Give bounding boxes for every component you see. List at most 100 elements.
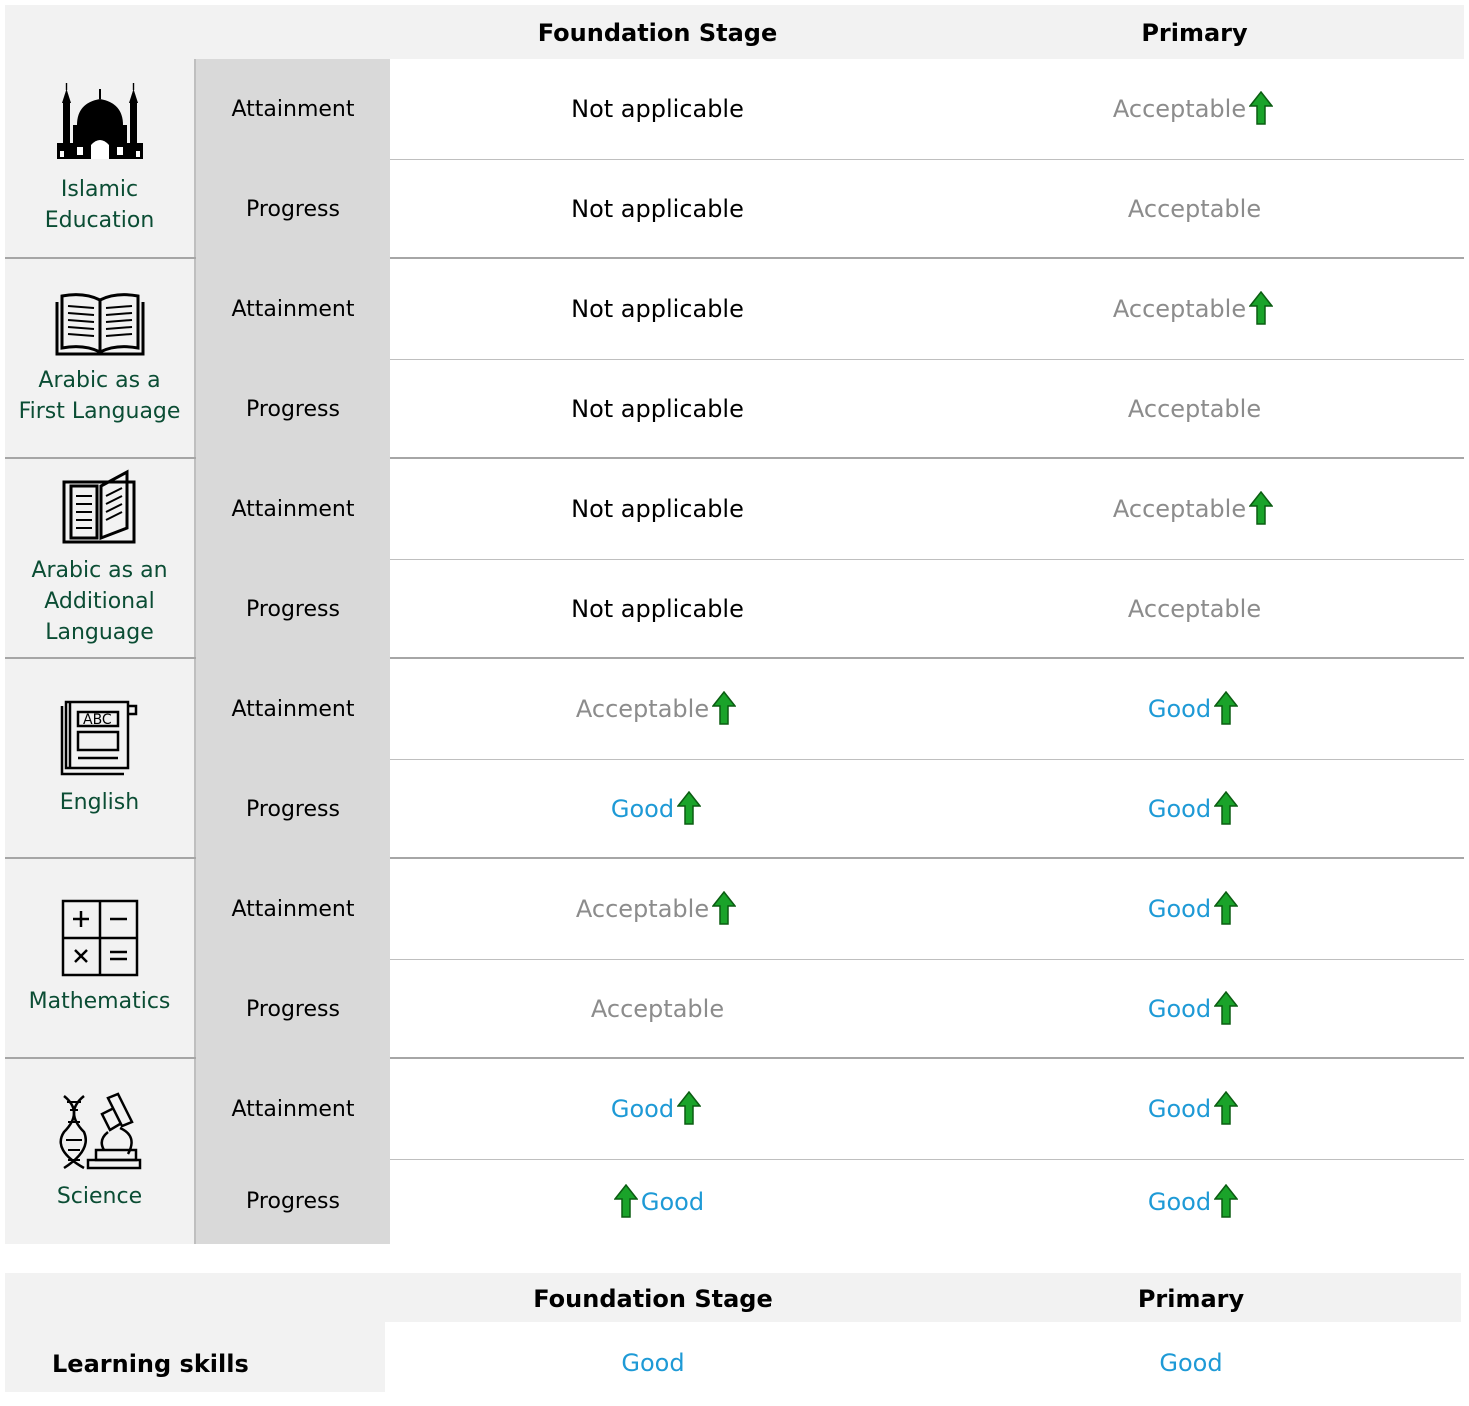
subject-cell: ABC English xyxy=(5,659,196,857)
up-arrow-icon xyxy=(1249,291,1274,325)
primary-rating: Good xyxy=(925,759,1464,859)
measure-label: Attainment xyxy=(196,1059,390,1159)
foundation-stage-rating: Not applicable xyxy=(390,59,925,159)
learning-skills-fs-value: Good xyxy=(621,1349,685,1377)
learning-skills-header: Foundation Stage Primary xyxy=(5,1273,1461,1322)
subject-name: English xyxy=(59,790,140,815)
rating-text: Good xyxy=(1147,995,1212,1023)
row-divider xyxy=(390,959,1464,960)
measure-label: Attainment xyxy=(196,859,390,959)
subject-cell: Arabic as a First Language xyxy=(5,259,196,457)
rating-text: Not applicable xyxy=(571,95,744,123)
up-arrow-icon xyxy=(712,891,737,925)
up-arrow-icon xyxy=(1214,1183,1239,1218)
primary-rating: Good xyxy=(925,1059,1464,1159)
up-arrow-icon xyxy=(1249,491,1274,525)
foundation-stage-rating: Not applicable xyxy=(390,259,925,359)
subject-name: Science xyxy=(56,1183,143,1209)
rating-text: Good xyxy=(1147,1187,1212,1216)
rating-text: Good xyxy=(1147,695,1212,723)
measure-label: Progress xyxy=(196,359,390,459)
measure-label: Progress xyxy=(196,1159,390,1244)
subject-cell: Science xyxy=(5,1059,196,1244)
rating-text: Acceptable xyxy=(1112,295,1247,323)
rating-text: Not applicable xyxy=(571,295,744,323)
primary-rating: Good xyxy=(925,959,1464,1059)
subject-cell: Islamic Education xyxy=(5,59,196,257)
up-arrow-icon xyxy=(1214,691,1239,725)
row-divider xyxy=(390,1159,1464,1160)
rating-text: Acceptable xyxy=(575,695,710,723)
up-arrow-icon xyxy=(1249,91,1274,125)
rating-text: Good xyxy=(610,1095,675,1123)
mosque-icon xyxy=(56,81,143,170)
primary-rating: Acceptable xyxy=(925,359,1464,459)
rating-text: Acceptable xyxy=(590,995,725,1023)
subject-group: ABC English Attainment Acceptable Good Progre… xyxy=(5,659,1464,859)
foundation-stage-rating: Acceptable xyxy=(390,859,925,959)
learning-skills-table: Foundation Stage Primary Learning skills… xyxy=(5,1273,1461,1392)
primary-rating: Acceptable xyxy=(925,459,1464,559)
foundation-stage-rating: Not applicable xyxy=(390,359,925,459)
primary-rating: Acceptable xyxy=(925,159,1464,259)
foundation-stage-rating: Acceptable xyxy=(390,659,925,759)
rating-text: Good xyxy=(640,1187,705,1216)
subject-group: Mathematics Attainment Acceptable Good Progr… xyxy=(5,859,1464,1059)
header-primary: Primary xyxy=(1141,19,1248,47)
measure-label: Progress xyxy=(196,159,390,259)
subject-name: Arabic as a First Language xyxy=(18,367,181,424)
foundation-stage-rating: Good xyxy=(390,1059,925,1159)
svg-text:ABC: ABC xyxy=(83,712,112,728)
measure-label: Attainment xyxy=(196,459,390,559)
subject-group: Islamic Education Attainment Not applicabl… xyxy=(5,59,1464,259)
rating-text: Good xyxy=(1147,895,1212,923)
measure-label: Progress xyxy=(196,759,390,859)
foundation-stage-rating: Not applicable xyxy=(390,459,925,559)
rating-text: Not applicable xyxy=(571,495,744,523)
abc-book-icon: ABC xyxy=(58,698,142,783)
measure-label: Progress xyxy=(196,559,390,659)
foundation-stage-rating: Not applicable xyxy=(390,559,925,659)
rating-text: Acceptable xyxy=(1127,395,1262,423)
subject-name: Islamic Education xyxy=(44,176,155,233)
up-arrow-icon xyxy=(1214,1091,1239,1125)
up-arrow-icon xyxy=(677,1091,702,1125)
primary-rating: Good xyxy=(925,659,1464,759)
rating-text: Acceptable xyxy=(575,895,710,923)
subject-group: Arabic as a First Language Attainment Not … xyxy=(5,259,1464,459)
subjects-table: Foundation Stage Primary Islamic Educati… xyxy=(5,5,1464,1244)
primary-rating: Good xyxy=(925,1159,1464,1244)
measure-label: Attainment xyxy=(196,59,390,159)
foundation-stage-rating: Not applicable xyxy=(390,159,925,259)
up-arrow-icon xyxy=(613,1183,638,1218)
subject-group: Arabic as an Additional Language Attainme… xyxy=(5,459,1464,659)
book-icon xyxy=(61,468,139,551)
learning-skills-row: Learning skills Good Good xyxy=(5,1322,1461,1392)
subject-group: Science Attainment Good Good Progress Good Go… xyxy=(5,1059,1464,1244)
primary-rating: Acceptable xyxy=(925,259,1464,359)
rating-text: Acceptable xyxy=(1127,595,1262,623)
subject-name: Mathematics xyxy=(28,989,171,1014)
open-book-icon xyxy=(54,290,146,361)
subject-cell: Arabic as an Additional Language xyxy=(5,459,196,657)
rating-text: Not applicable xyxy=(571,595,744,623)
up-arrow-icon xyxy=(1214,991,1239,1025)
rating-text: Good xyxy=(1147,795,1212,823)
row-divider xyxy=(390,559,1464,560)
learning-skills-label: Learning skills xyxy=(5,1322,385,1392)
dna-microscope-icon xyxy=(58,1091,142,1177)
header-foundation-stage: Foundation Stage xyxy=(533,1285,773,1313)
foundation-stage-rating: Good xyxy=(390,759,925,859)
row-divider xyxy=(390,359,1464,360)
primary-rating: Acceptable xyxy=(925,559,1464,659)
rating-text: Acceptable xyxy=(1127,195,1262,223)
subject-cell: Mathematics xyxy=(5,859,196,1057)
row-divider xyxy=(390,159,1464,160)
rating-text: Good xyxy=(610,795,675,823)
primary-rating: Acceptable xyxy=(925,59,1464,159)
foundation-stage-rating: Good xyxy=(390,1159,925,1244)
up-arrow-icon xyxy=(712,691,737,725)
measure-label: Attainment xyxy=(196,259,390,359)
rating-text: Acceptable xyxy=(1112,495,1247,523)
primary-rating: Good xyxy=(925,859,1464,959)
